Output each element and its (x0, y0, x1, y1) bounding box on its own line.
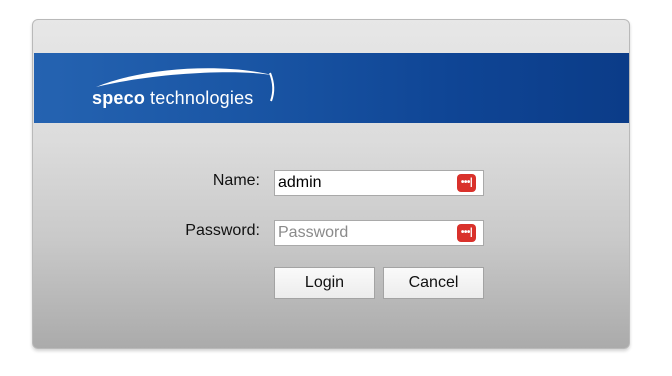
password-manager-key-icon[interactable]: •••| (457, 224, 476, 242)
cancel-button[interactable]: Cancel (383, 267, 484, 299)
login-dialog: specotechnologies Name: •••| Password: •… (32, 19, 630, 349)
login-button[interactable]: Login (274, 267, 375, 299)
name-input[interactable] (275, 171, 454, 195)
brand-logo: speco technologies (92, 88, 254, 109)
name-field: •••| (274, 170, 484, 196)
brand-name-regular: technologies (150, 88, 254, 108)
password-input[interactable] (275, 221, 454, 245)
brand-name-bold: speco (92, 88, 146, 108)
name-label: Name: (212, 172, 260, 189)
password-label: Password: (185, 222, 260, 239)
password-field: •••| (274, 220, 484, 246)
password-manager-key-icon[interactable]: •••| (457, 174, 476, 192)
brand-banner: speco technologies (34, 53, 629, 123)
